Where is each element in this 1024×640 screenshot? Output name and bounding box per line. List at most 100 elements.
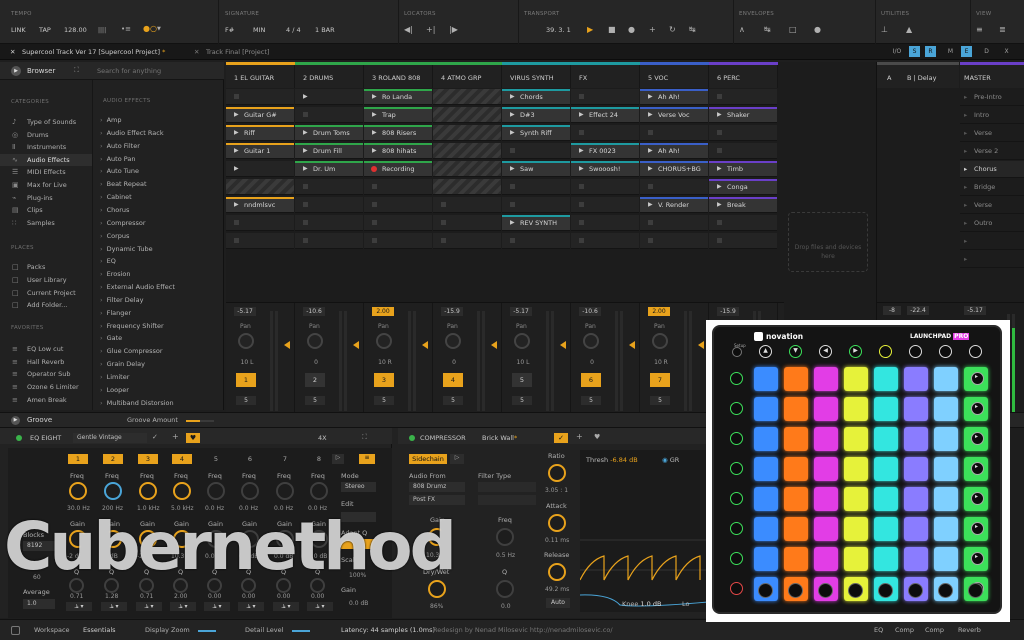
tab-project-2[interactable]: Track Final [Project] [206,48,269,56]
ratio-knob[interactable] [548,464,566,482]
stop-button-icon[interactable] [579,184,584,189]
clip-slot[interactable] [226,233,294,249]
pad-yellow[interactable] [844,427,868,451]
scene-launch-button[interactable]: ▸ [971,492,984,505]
effect-item[interactable]: Grain Delay [100,360,145,368]
freq-knob[interactable] [139,482,157,500]
pad-ice[interactable] [934,487,958,511]
favorite-item[interactable]: ≡ Ozone 6 Limiter [0,381,92,393]
effect-item[interactable]: Auto Pan [100,155,136,163]
gain-value[interactable]: 0.0 dB [205,553,224,560]
sc-gain-knob[interactable] [428,528,446,546]
groove-toggle-icon[interactable]: ▶ [11,416,20,425]
clip-slot[interactable]: Recording [364,161,432,177]
scene-launch-button[interactable]: ▸ [971,432,984,445]
play-icon[interactable]: ▶ [510,215,515,230]
pan-knob[interactable] [514,333,530,349]
volume-fader-handle[interactable] [353,341,359,349]
pad-blue[interactable] [754,397,778,421]
tab-project-1[interactable]: Supercool Track Ver 17 [Supercool Projec… [22,48,165,56]
effect-item[interactable]: Cabinet [100,193,132,201]
play-icon[interactable]: ▶ [510,89,515,104]
favorite-heart-icon[interactable]: ♥ [594,433,600,441]
scene-launch[interactable]: Intro [960,107,1024,124]
gain-knob[interactable] [241,530,259,548]
freq-value[interactable]: 0.0 Hz [205,505,224,512]
play-icon[interactable]: ▶ [648,161,653,176]
pad-yellow[interactable] [844,547,868,571]
mixer-toggle[interactable]: M [945,46,956,57]
stop-button-icon[interactable] [579,130,584,135]
pad-cyan[interactable] [874,367,898,391]
clip-slot[interactable] [640,125,708,141]
effect-item[interactable]: Compressor [100,219,146,227]
play-icon[interactable]: ▶ [303,89,308,104]
track-header[interactable]: 3 ROLAND 808 [364,62,433,88]
play-icon[interactable]: ▶ [510,107,515,122]
pad-orange[interactable] [784,547,808,571]
key-select[interactable]: F# [225,26,234,34]
effect-item[interactable]: Auto Filter [100,142,140,150]
track-header[interactable]: VIRUS SYNTH [502,62,571,88]
pad-cyan[interactable] [874,517,898,541]
bottom-function-button[interactable] [818,583,833,598]
midi-map-icon[interactable]: ▲ [906,25,912,34]
clip-slot[interactable]: ▶ Ah Ah! [640,143,708,159]
play-icon[interactable]: ▶ [372,89,377,104]
expand-icon[interactable]: ⛶ [362,433,367,442]
gain-knob[interactable] [173,530,191,548]
track-device-comp-2[interactable]: Comp [925,626,944,634]
pad-lavender[interactable] [904,457,928,481]
clip-slot[interactable]: ▶ Verse Voc [640,107,708,123]
attack-value[interactable]: 0.11 ms [545,537,569,544]
clip-slot[interactable] [226,179,294,195]
stop-button-icon[interactable] [441,220,446,225]
spectrum-icon[interactable]: ≡ [359,454,375,464]
clip-slot[interactable] [226,215,294,231]
effect-item[interactable]: Limiter [100,373,130,381]
pad-orange[interactable] [784,397,808,421]
layout-icon[interactable] [11,626,20,635]
gain-value[interactable]: -2 dB [102,553,118,560]
clip-slot[interactable]: ▶ Break [709,197,777,213]
clip-slot[interactable] [433,89,501,105]
clip-slot[interactable] [295,215,363,231]
thresh-value[interactable]: -6.84 dB [610,456,637,464]
clip-slot[interactable] [571,89,639,105]
play-icon[interactable]: ▶ [717,107,722,122]
favorite-heart-icon[interactable]: ♥ [186,433,200,443]
stop-button-icon[interactable] [648,220,653,225]
play-icon[interactable]: ▶ [579,107,584,122]
pad-ice[interactable] [934,547,958,571]
blocks-select[interactable]: 8192 [23,541,55,551]
pad-orange[interactable] [784,427,808,451]
stop-button-icon[interactable] [510,202,515,207]
pad-ice[interactable] [934,427,958,451]
top-nav-button[interactable]: ▼ [789,345,802,358]
category-audio-effects[interactable]: ∿ Audio Effects [0,153,92,166]
eq-band-toggle[interactable]: 8 [309,454,329,464]
pan-value[interactable]: 0 [441,359,467,366]
send-readout[interactable]: 5 [581,396,601,405]
clip-slot[interactable] [433,233,501,249]
eq-band-toggle[interactable]: 6 [240,454,260,464]
clip-slot[interactable] [364,197,432,213]
io-toggle[interactable]: I/O [889,46,905,57]
volume-readout[interactable]: 2.00 [372,307,394,316]
meter-value[interactable]: 4 / 4 [286,26,301,34]
gain-knob[interactable] [310,530,328,548]
track-header[interactable]: FX [571,62,640,88]
q-value[interactable]: 0.00 [311,593,324,600]
track-activator[interactable]: 4 [443,373,463,387]
stop-button-icon[interactable] [717,130,722,135]
gain-value[interactable]: 0.0 dB [308,553,327,560]
pad-blue[interactable] [754,457,778,481]
drop-zone[interactable]: Drop files and devices here [788,212,868,272]
drywet-value[interactable]: 86% [430,603,443,610]
clip-slot[interactable] [295,179,363,195]
pad-blue[interactable] [754,517,778,541]
mode-select[interactable]: Stereo [341,482,376,492]
headphones-icon[interactable]: ▷ [450,454,464,464]
stop-button-icon[interactable] [648,184,653,189]
return-b-header[interactable]: B | Delay [903,62,959,88]
